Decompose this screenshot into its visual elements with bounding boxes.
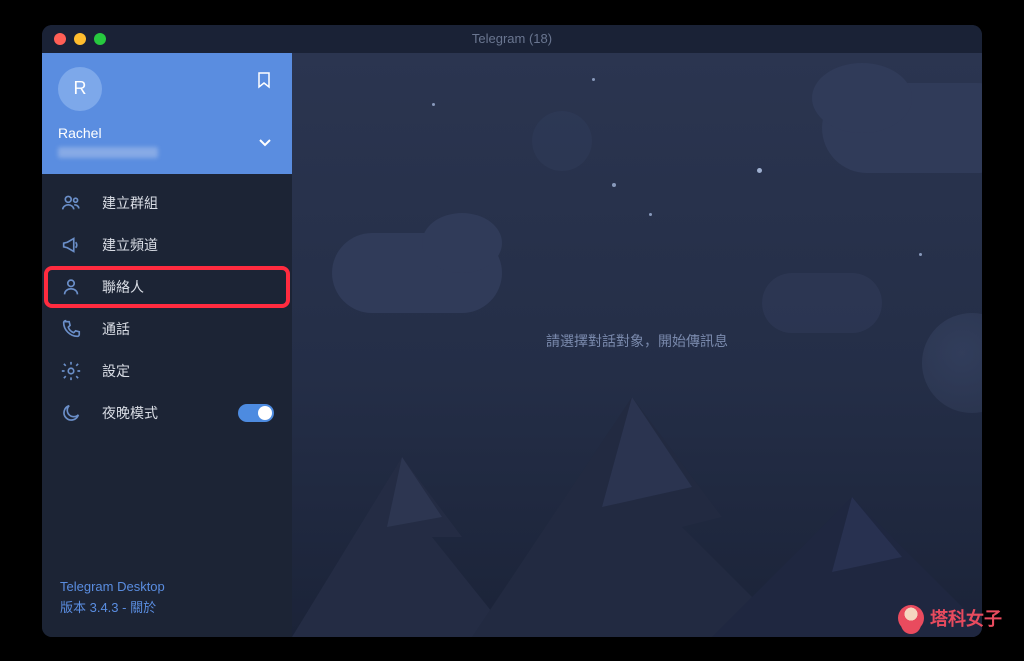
app-window: Telegram (18) R Rachel 建立群組 (42, 25, 982, 637)
avatar[interactable]: R (58, 67, 102, 111)
menu-label: 聯絡人 (102, 277, 144, 297)
night-mode-toggle[interactable] (238, 404, 274, 422)
gear-icon (60, 360, 82, 382)
bg-star (432, 103, 435, 106)
megaphone-icon (60, 234, 82, 256)
menu-label: 建立頻道 (102, 235, 158, 255)
menu-item-new-channel[interactable]: 建立頻道 (42, 224, 292, 266)
window-body: R Rachel 建立群組 (42, 53, 982, 637)
menu-item-night-mode[interactable]: 夜晚模式 (42, 392, 292, 434)
bg-star (592, 78, 595, 81)
bg-cloud (812, 63, 912, 133)
person-icon (60, 276, 82, 298)
maximize-window-button[interactable] (94, 33, 106, 45)
menu-label: 通話 (102, 319, 130, 339)
empty-state-message: 請選擇對話對象，開始傳訊息 (546, 331, 728, 351)
bg-star (649, 213, 652, 216)
menu-label: 夜晚模式 (102, 403, 158, 423)
phone-icon (60, 318, 82, 340)
bg-cloud (762, 273, 882, 333)
minimize-window-button[interactable] (74, 33, 86, 45)
menu-label: 建立群組 (102, 193, 158, 213)
sidebar-header: R Rachel (42, 53, 292, 174)
bg-star (919, 253, 922, 256)
username-label: Rachel (58, 125, 276, 141)
menu-item-calls[interactable]: 通話 (42, 308, 292, 350)
moon-icon (60, 402, 82, 424)
main-panel: 請選擇對話對象，開始傳訊息 (292, 53, 982, 637)
chevron-down-icon[interactable] (256, 133, 274, 156)
bg-mountains (292, 377, 982, 637)
watermark: 塔科女子 (898, 605, 1002, 631)
menu-item-contacts[interactable]: 聯絡人 (46, 268, 288, 306)
menu-label: 設定 (102, 361, 130, 381)
group-icon (60, 192, 82, 214)
saved-messages-icon[interactable] (256, 71, 272, 94)
user-phone-blurred (58, 147, 158, 158)
version-label[interactable]: 版本 3.4.3 - 關於 (60, 598, 274, 619)
bg-cloud (422, 213, 502, 273)
sidebar: R Rachel 建立群組 (42, 53, 292, 637)
bg-star (612, 183, 616, 187)
titlebar: Telegram (18) (42, 25, 982, 53)
toggle-knob (258, 406, 272, 420)
sidebar-footer: Telegram Desktop 版本 3.4.3 - 關於 (42, 563, 292, 637)
sidebar-menu: 建立群組 建立頻道 聯絡人 (42, 174, 292, 563)
watermark-text: 塔科女子 (930, 605, 1002, 631)
menu-item-new-group[interactable]: 建立群組 (42, 182, 292, 224)
window-title: Telegram (18) (472, 31, 552, 46)
bg-star (757, 168, 762, 173)
bg-cloud (532, 111, 592, 171)
app-name-label: Telegram Desktop (60, 577, 274, 598)
close-window-button[interactable] (54, 33, 66, 45)
menu-item-settings[interactable]: 設定 (42, 350, 292, 392)
traffic-lights (54, 33, 106, 45)
watermark-icon (898, 605, 924, 631)
